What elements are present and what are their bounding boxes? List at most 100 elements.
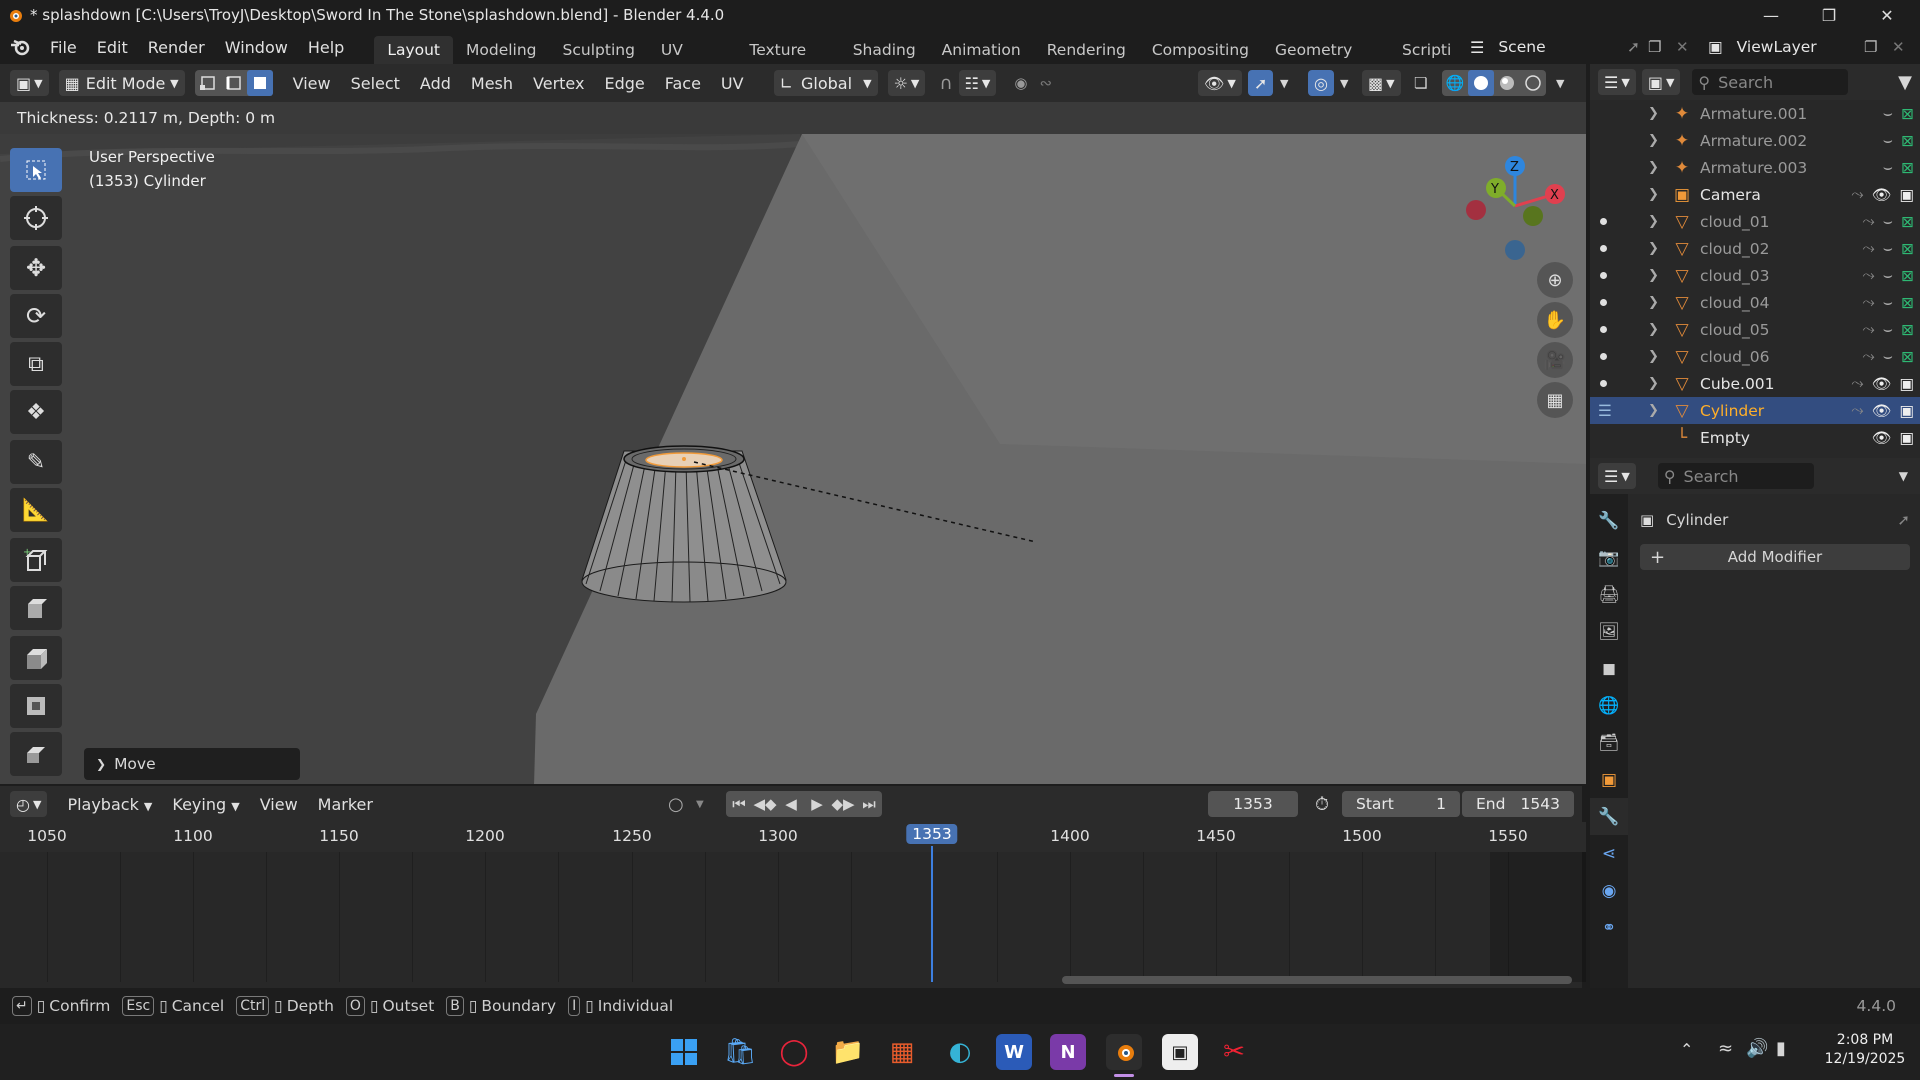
start-frame-field[interactable]: Start 1 [1342, 791, 1460, 817]
snap-target-dropdown[interactable]: ☷ ▼ [958, 70, 997, 96]
world-tab-icon[interactable]: 🌐 [1590, 687, 1628, 724]
remove-view-layer-icon[interactable]: ✕ [1892, 38, 1905, 56]
navigation-gizmo[interactable]: Z X Y [1460, 148, 1580, 268]
properties-editor-type-button[interactable]: ☰ ▼ [1598, 463, 1636, 489]
render-disabled-icon[interactable]: ⊠ [1901, 294, 1914, 312]
pan-hand-icon[interactable]: ✋ [1537, 302, 1573, 338]
render-disabled-icon[interactable]: ⊠ [1901, 159, 1914, 177]
tab-animation[interactable]: Animation [929, 36, 1034, 64]
new-view-layer-icon[interactable]: ❐ [1864, 38, 1877, 56]
word-icon[interactable]: W [996, 1034, 1032, 1070]
perspective-toggle-icon[interactable]: ▦ [1537, 382, 1573, 418]
edge-icon[interactable]: ◐ [942, 1034, 978, 1070]
eye-icon[interactable]: 👁 [1872, 186, 1892, 204]
outliner-row[interactable]: ❯ ▽ cloud_05 ⤳ ⌣ ⊠ [1590, 316, 1920, 343]
eye-closed-icon[interactable]: ⌣ [1883, 266, 1893, 285]
auto-keying-icon[interactable]: ○ [668, 794, 684, 815]
transform-orientation-dropdown[interactable]: ∟ Global ▼ [773, 70, 878, 96]
onenote-icon[interactable]: N [1050, 1034, 1086, 1070]
collection-tab-icon[interactable]: 🗃 [1590, 724, 1628, 761]
menu-window[interactable]: Window [215, 38, 298, 57]
solid-shading-icon[interactable] [1468, 70, 1494, 96]
outliner-row[interactable]: ❯ ✦ Armature.001 ⌣ ⊠ [1590, 100, 1920, 127]
annotate-tool[interactable]: ✎ [10, 440, 62, 484]
wireframe-shading-icon[interactable]: 🌐 [1442, 70, 1468, 96]
outliner-row[interactable]: ❯ ✦ Armature.003 ⌣ ⊠ [1590, 154, 1920, 181]
menu-add[interactable]: Add [410, 74, 461, 93]
neg-x-axis-handle[interactable] [1466, 200, 1486, 220]
eye-closed-icon[interactable]: ⌣ [1883, 212, 1893, 231]
outliner-row[interactable]: ❯ ▽ cloud_02 ⤳ ⌣ ⊠ [1590, 235, 1920, 262]
render-disabled-icon[interactable]: ⊠ [1901, 348, 1914, 366]
menu-face[interactable]: Face [655, 74, 711, 93]
play-reverse-icon[interactable]: ◀ [778, 791, 804, 817]
app-icon[interactable]: ▣ [1162, 1034, 1198, 1070]
outliner-row[interactable]: ❯ ▣ Camera ⤳ 👁 ▣ [1590, 181, 1920, 208]
render-disabled-icon[interactable]: ⊠ [1901, 213, 1914, 231]
edge-select-icon[interactable] [221, 70, 247, 96]
store-icon[interactable]: 🛍 [722, 1034, 758, 1070]
menu-vertex[interactable]: Vertex [523, 74, 594, 93]
chevron-right-icon[interactable]: ❯ [1648, 403, 1659, 418]
volume-icon[interactable]: 🔊 [1746, 1038, 1768, 1059]
menu-edit[interactable]: Edit [87, 38, 138, 57]
eye-closed-icon[interactable]: ⌣ [1883, 320, 1893, 339]
xray-icon[interactable]: ❏ [1414, 74, 1427, 92]
next-keyframe-icon[interactable]: ◆▶ [830, 791, 856, 817]
mode-dropdown[interactable]: ▦ Edit Mode ▼ [58, 70, 185, 96]
scene-tab-icon[interactable]: ◼ [1590, 650, 1628, 687]
chevron-right-icon[interactable]: ❯ [1648, 214, 1659, 229]
microsoft-store-icon[interactable]: ▦ [884, 1034, 920, 1070]
outliner-search-input[interactable]: ⚲ Search [1692, 69, 1849, 95]
chevron-right-icon[interactable]: ❯ [1648, 268, 1659, 283]
chevron-right-icon[interactable]: ❯ [1648, 322, 1659, 337]
menu-render[interactable]: Render [138, 38, 215, 57]
physics-tab-icon[interactable]: ◉ [1590, 872, 1628, 909]
outliner-row[interactable]: ❯ ▽ cloud_04 ⤳ ⌣ ⊠ [1590, 289, 1920, 316]
measure-tool[interactable]: 📐 [10, 488, 62, 532]
menu-file[interactable]: File [40, 38, 87, 57]
battery-icon[interactable]: ▮ [1776, 1038, 1786, 1059]
scene-selector[interactable]: ☰ Scene ➚ [1470, 34, 1640, 60]
edit-mode-dot-icon[interactable] [1600, 380, 1607, 387]
inset-faces-tool[interactable] [10, 636, 62, 680]
blender-taskbar-icon[interactable] [1106, 1034, 1142, 1070]
system-clock[interactable]: 2:08 PM 12/19/2025 [1820, 1032, 1910, 1067]
outliner-row[interactable]: ❯ ▽ Cube.001 ⤳ 👁 ▣ [1590, 370, 1920, 397]
blender-menu-icon[interactable] [0, 38, 40, 56]
outliner-row[interactable]: ❯ ▽ cloud_01 ⤳ ⌣ ⊠ [1590, 208, 1920, 235]
mesh-overlays-toggle[interactable]: ▩ ▼ [1362, 70, 1401, 96]
outliner-editor-type-button[interactable]: ☰ ▼ [1598, 69, 1636, 95]
tab-rendering[interactable]: Rendering [1034, 36, 1139, 64]
constraints-tab-icon[interactable]: ⚭ [1590, 909, 1628, 946]
view-layer-tab-icon[interactable]: 🖼 [1590, 613, 1628, 650]
edit-mode-toggle-icon[interactable]: ☰ [1598, 402, 1612, 420]
tab-geometry-nodes[interactable]: Geometry Nodes [1262, 36, 1389, 64]
eye-closed-icon[interactable]: ⌣ [1883, 293, 1893, 312]
menu-select[interactable]: Select [341, 74, 410, 93]
tab-scripting[interactable]: Scripti [1389, 36, 1464, 64]
outliner-row[interactable]: ❯ ▽ cloud_06 ⤳ ⌣ ⊠ [1590, 343, 1920, 370]
timeline-editor-type-button[interactable]: ◴ ▼ [10, 791, 48, 817]
chevron-right-icon[interactable]: ❯ [1648, 187, 1659, 202]
select-box-tool[interactable] [10, 148, 62, 192]
vertex-select-icon[interactable] [195, 70, 221, 96]
wifi-icon[interactable]: ≈ [1718, 1038, 1733, 1059]
timeline-ruler[interactable]: 1050 1100 1150 1200 1250 1300 1353 1400 … [0, 822, 1586, 852]
edit-mode-dot-icon[interactable] [1600, 353, 1607, 360]
prev-keyframe-icon[interactable]: ◀◆ [752, 791, 778, 817]
neg-y-axis-handle[interactable] [1523, 206, 1543, 226]
menu-view[interactable]: View [283, 74, 341, 93]
object-tab-icon[interactable]: ▣ [1590, 761, 1628, 798]
3d-viewport[interactable]: ▣ ▼ ▦ Edit Mode ▼ View Select Add Mesh Ve… [0, 64, 1586, 786]
face-select-icon[interactable] [246, 70, 273, 96]
render-disabled-icon[interactable]: ⊠ [1901, 267, 1914, 285]
viewport-scene[interactable] [0, 64, 1586, 786]
extrude-region-tool[interactable] [10, 586, 62, 630]
camera-render-icon[interactable]: ▣ [1899, 186, 1914, 204]
rotate-tool[interactable]: ⟳ [10, 294, 62, 338]
menu-edge[interactable]: Edge [594, 74, 654, 93]
tab-uv-editing[interactable]: UV Editing [648, 36, 736, 64]
add-modifier-button[interactable]: + Add Modifier [1640, 544, 1910, 570]
visibility-dropdown[interactable]: 👁 ▼ [1198, 70, 1242, 96]
